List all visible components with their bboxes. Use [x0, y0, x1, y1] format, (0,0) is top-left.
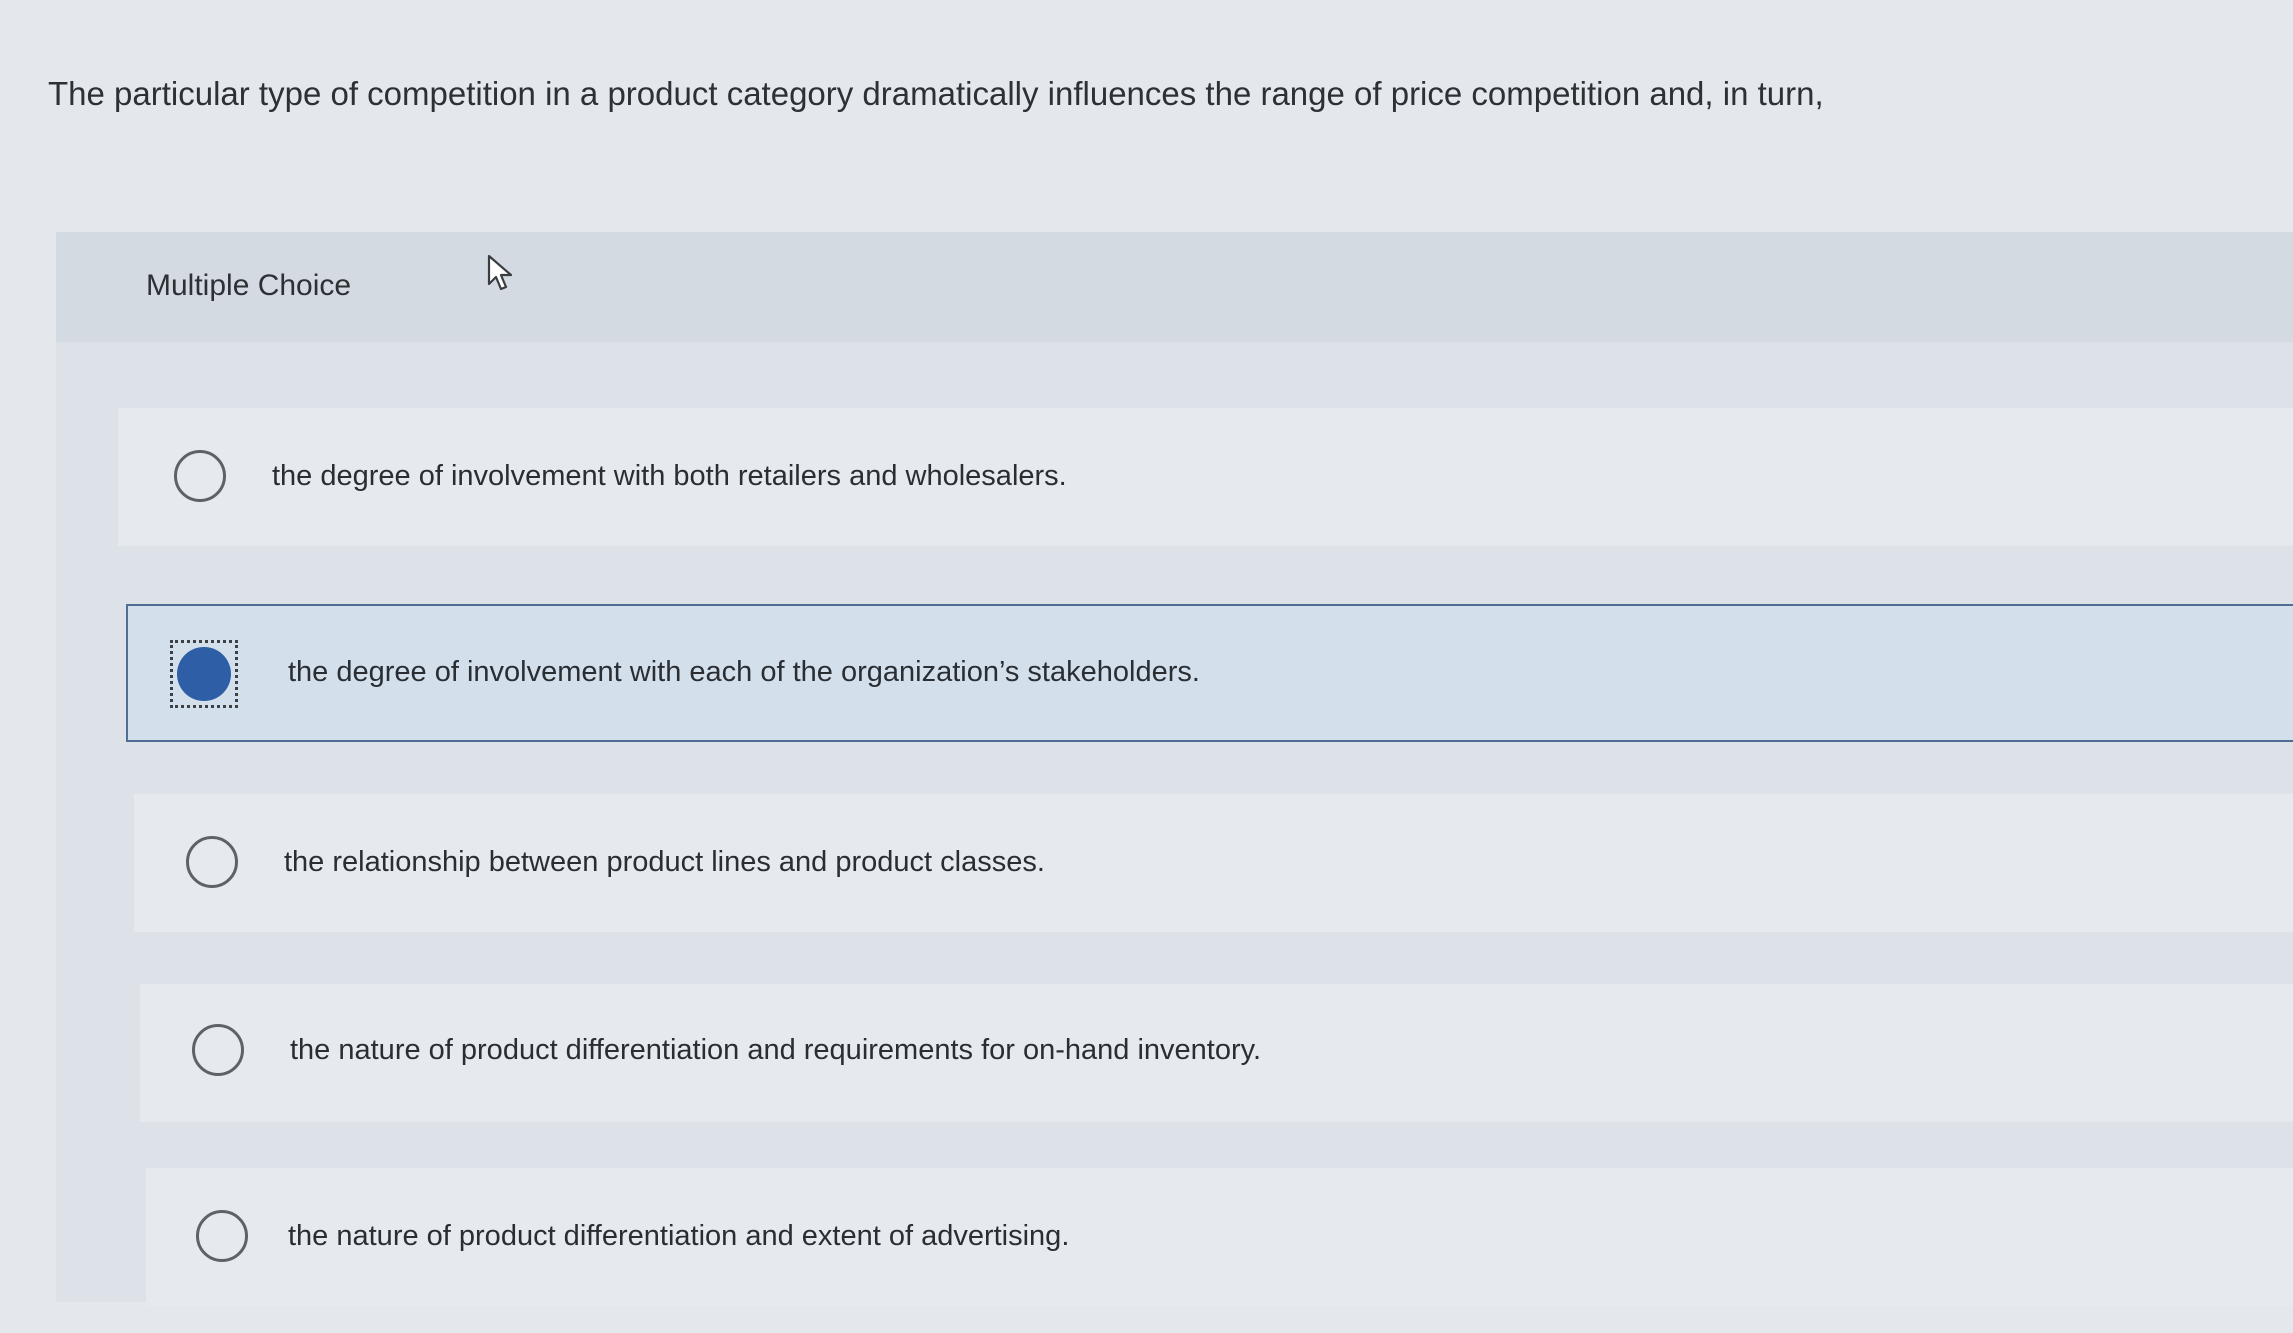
question-prompt: The particular type of competition in a … [48, 75, 1824, 112]
answer-option-2-label[interactable]: the degree of involvement with each of t… [288, 652, 1200, 692]
question-type-header: Multiple Choice [56, 232, 2293, 342]
mouse-pointer-icon [487, 254, 513, 291]
radio-button-selected-icon[interactable] [177, 647, 231, 701]
radio-focus-outline [170, 640, 238, 708]
answer-option-5-label[interactable]: the nature of product differentiation an… [288, 1216, 1069, 1256]
answer-option-1-label[interactable]: the degree of involvement with both reta… [272, 456, 1067, 496]
answer-option-3-label[interactable]: the relationship between product lines a… [284, 842, 1045, 882]
radio-button-empty-icon[interactable] [196, 1210, 248, 1262]
radio-button-empty-icon[interactable] [174, 450, 226, 502]
answer-option-4-label[interactable]: the nature of product differentiation an… [290, 1030, 1261, 1070]
answer-option-4[interactable]: the nature of product differentiation an… [140, 984, 2293, 1122]
radio-button-empty-icon[interactable] [192, 1024, 244, 1076]
answer-option-2[interactable]: the degree of involvement with each of t… [126, 604, 2293, 742]
answer-option-3[interactable]: the relationship between product lines a… [134, 794, 2293, 932]
question-type-label: Multiple Choice [146, 269, 352, 302]
answer-option-5[interactable]: the nature of product differentiation an… [146, 1168, 2293, 1306]
radio-button-empty-icon[interactable] [186, 836, 238, 888]
answer-option-1[interactable]: the degree of involvement with both reta… [118, 408, 2293, 546]
multiple-choice-panel: Multiple Choice the degree of involvemen… [56, 232, 2293, 1306]
